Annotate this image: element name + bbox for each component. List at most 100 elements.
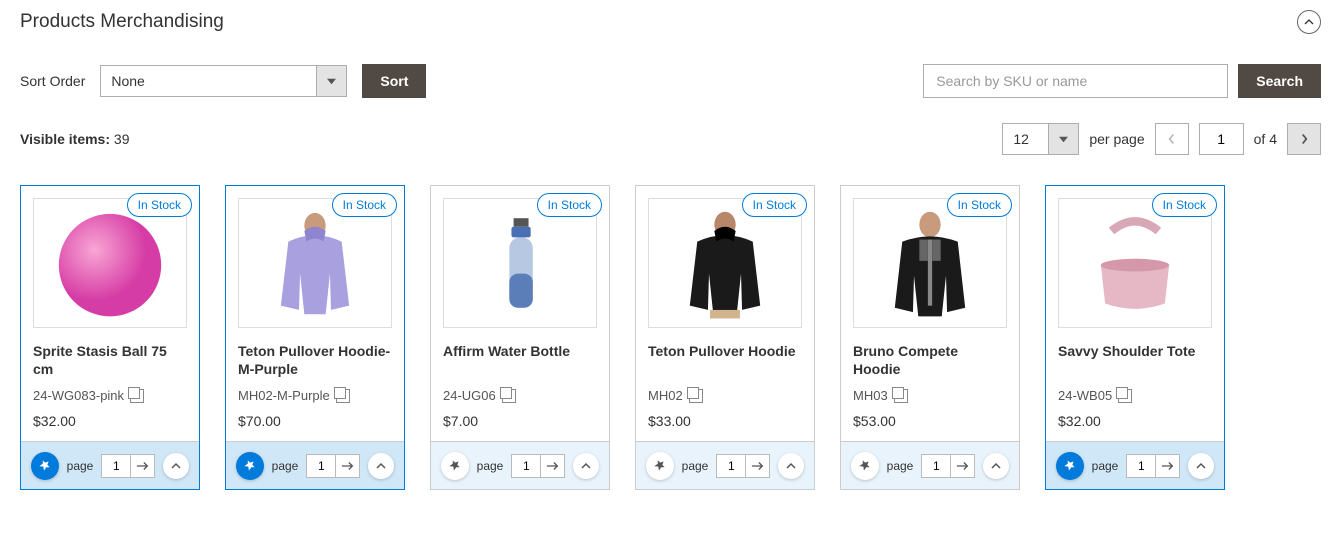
stock-badge: In Stock <box>1152 193 1217 217</box>
chevron-up-icon <box>786 461 796 471</box>
card-page-input[interactable] <box>922 455 950 477</box>
product-sku: MH02-M-Purple <box>238 388 330 403</box>
pin-icon <box>858 459 871 472</box>
pin-icon <box>448 459 461 472</box>
card-page-input[interactable] <box>102 455 130 477</box>
stock-badge: In Stock <box>537 193 602 217</box>
product-name: Bruno Compete Hoodie <box>853 342 1007 378</box>
product-image: In Stock <box>443 198 597 328</box>
card-page-input[interactable] <box>512 455 540 477</box>
next-page-button[interactable] <box>1287 123 1321 155</box>
copy-icon[interactable] <box>336 389 350 403</box>
chevron-left-icon <box>1167 132 1176 146</box>
card-page-label: page <box>272 459 299 473</box>
per-page-value: 12 <box>1003 124 1048 154</box>
pin-icon <box>1063 459 1076 472</box>
move-to-top-button[interactable] <box>1188 453 1214 479</box>
product-card[interactable]: In Stock Teton Pullover Hoodie MH02 $33.… <box>635 185 815 490</box>
total-pages-label: of 4 <box>1254 131 1277 147</box>
visible-items-count: 39 <box>114 131 130 147</box>
card-page-go-button[interactable] <box>1155 455 1179 477</box>
copy-icon[interactable] <box>1118 389 1132 403</box>
pin-button[interactable] <box>441 452 469 480</box>
product-card[interactable]: In Stock Affirm Water Bottle 24-UG06 $7.… <box>430 185 610 490</box>
pin-icon <box>38 459 51 472</box>
product-name: Sprite Stasis Ball 75 cm <box>33 342 187 378</box>
current-page-input[interactable] <box>1199 123 1244 155</box>
pin-button[interactable] <box>1056 452 1084 480</box>
card-page-input[interactable] <box>1127 455 1155 477</box>
product-image: In Stock <box>33 198 187 328</box>
arrow-right-icon <box>546 461 560 471</box>
prev-page-button[interactable] <box>1155 123 1189 155</box>
card-page-go-button[interactable] <box>335 455 359 477</box>
pin-button[interactable] <box>851 452 879 480</box>
chevron-up-icon <box>991 461 1001 471</box>
chevron-up-icon <box>376 461 386 471</box>
arrow-right-icon <box>751 461 765 471</box>
arrow-right-icon <box>136 461 150 471</box>
product-sku: 24-WB05 <box>1058 388 1112 403</box>
copy-icon[interactable] <box>894 389 908 403</box>
per-page-select[interactable]: 12 <box>1002 123 1079 155</box>
pin-icon <box>243 459 256 472</box>
product-card[interactable]: In Stock Savvy Shoulder Tote 24-WB05 $32… <box>1045 185 1225 490</box>
stock-badge: In Stock <box>742 193 807 217</box>
sort-button[interactable]: Sort <box>362 64 426 98</box>
product-name: Teton Pullover Hoodie-M-Purple <box>238 342 392 378</box>
product-sku: 24-WG083-pink <box>33 388 124 403</box>
product-sku: 24-UG06 <box>443 388 496 403</box>
card-page-go-button[interactable] <box>540 455 564 477</box>
product-image: In Stock <box>238 198 392 328</box>
search-button[interactable]: Search <box>1238 64 1321 98</box>
product-image: In Stock <box>648 198 802 328</box>
arrow-right-icon <box>956 461 970 471</box>
product-sku: MH03 <box>853 388 888 403</box>
copy-icon[interactable] <box>502 389 516 403</box>
sort-order-value: None <box>101 66 316 96</box>
chevron-right-icon <box>1300 132 1309 146</box>
card-page-label: page <box>682 459 709 473</box>
card-page-go-button[interactable] <box>130 455 154 477</box>
product-price: $33.00 <box>648 413 802 429</box>
product-image: In Stock <box>1058 198 1212 328</box>
move-to-top-button[interactable] <box>983 453 1009 479</box>
product-price: $32.00 <box>1058 413 1212 429</box>
product-card[interactable]: In Stock Sprite Stasis Ball 75 cm 24-WG0… <box>20 185 200 490</box>
product-price: $32.00 <box>33 413 187 429</box>
move-to-top-button[interactable] <box>368 453 394 479</box>
page-title: Products Merchandising <box>20 11 224 33</box>
per-page-label: per page <box>1089 131 1144 147</box>
chevron-down-icon <box>316 66 346 96</box>
product-price: $7.00 <box>443 413 597 429</box>
copy-icon[interactable] <box>130 389 144 403</box>
product-name: Savvy Shoulder Tote <box>1058 342 1212 378</box>
sort-order-select[interactable]: None <box>100 65 347 97</box>
product-price: $70.00 <box>238 413 392 429</box>
product-card[interactable]: In Stock Bruno Compete Hoodie MH03 $53.0… <box>840 185 1020 490</box>
product-price: $53.00 <box>853 413 1007 429</box>
arrow-right-icon <box>341 461 355 471</box>
product-name: Teton Pullover Hoodie <box>648 342 802 378</box>
pin-button[interactable] <box>236 452 264 480</box>
pin-button[interactable] <box>646 452 674 480</box>
copy-icon[interactable] <box>689 389 703 403</box>
chevron-up-icon <box>581 461 591 471</box>
product-card[interactable]: In Stock Teton Pullover Hoodie-M-Purple … <box>225 185 405 490</box>
move-to-top-button[interactable] <box>573 453 599 479</box>
card-page-label: page <box>477 459 504 473</box>
product-sku: MH02 <box>648 388 683 403</box>
pin-button[interactable] <box>31 452 59 480</box>
card-page-go-button[interactable] <box>745 455 769 477</box>
product-image: In Stock <box>853 198 1007 328</box>
card-page-go-button[interactable] <box>950 455 974 477</box>
stock-badge: In Stock <box>332 193 397 217</box>
arrow-right-icon <box>1161 461 1175 471</box>
search-input[interactable] <box>923 64 1228 98</box>
card-page-input[interactable] <box>307 455 335 477</box>
move-to-top-button[interactable] <box>163 453 189 479</box>
collapse-section-button[interactable] <box>1297 10 1321 34</box>
stock-badge: In Stock <box>127 193 192 217</box>
card-page-input[interactable] <box>717 455 745 477</box>
move-to-top-button[interactable] <box>778 453 804 479</box>
